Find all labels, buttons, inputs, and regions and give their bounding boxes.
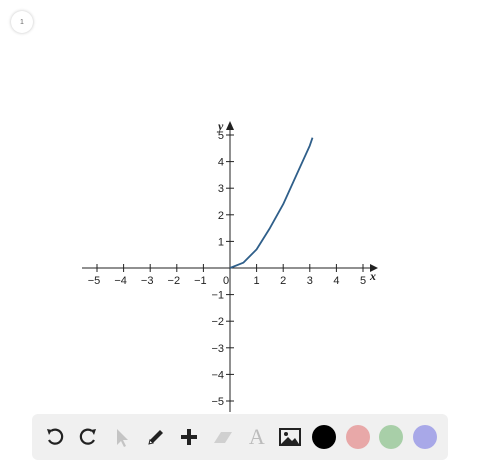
undo-button[interactable] [40,422,70,452]
plus-icon [181,429,198,445]
graph-figure: −5 −4 −3 −2 −1 0 1 2 3 4 5−5−4−3−2−112345xy [82,119,378,412]
x-tick-label: −1 [194,275,207,287]
add-button[interactable] [174,422,204,452]
image-button[interactable] [275,422,305,452]
eraser-button[interactable] [208,422,238,452]
pencil-button[interactable] [141,422,171,452]
text-button[interactable]: A [242,422,272,452]
cursor-icon [117,429,129,447]
y-axis-label: y [216,119,224,133]
x-axis-label: x [369,269,376,283]
y-tick-label: 4 [218,157,224,169]
color-blue[interactable] [410,422,440,452]
select-button[interactable] [107,422,137,452]
x-tick-label: 3 [307,275,313,287]
y-tick-label: 2 [218,210,224,222]
color-swatch-green [379,425,404,449]
x-tick-label: −4 [114,275,127,287]
y-tick-label: −2 [211,316,224,328]
y-axis-arrow [226,121,234,130]
x-tick-label: −2 [168,275,181,287]
x-tick-label: 1 [254,275,260,287]
color-swatch-red [345,425,370,449]
eraser-icon [214,432,233,443]
color-swatch-black [312,425,337,449]
redo-button[interactable] [73,422,103,452]
y-tick-label: −1 [211,290,224,302]
color-swatch-blue [413,425,438,449]
y-tick-label: −4 [211,369,224,381]
x-tick-label: 4 [333,275,339,287]
pencil-icon [148,430,163,445]
color-red[interactable] [343,422,373,452]
y-tick-label: −5 [211,396,224,408]
drawing-canvas[interactable]: −5 −4 −3 −2 −1 0 1 2 3 4 5 −5 −4 −3 −2 −1 1 2 3 4 5 x y [0,0,480,420]
y-tick-label: 3 [218,183,224,195]
data-curve [229,137,314,269]
image-icon [279,428,302,446]
x-tick-label: 0 [223,275,229,287]
text-icon: A [248,424,265,449]
color-black[interactable] [309,422,339,452]
x-tick-label: −5 [88,275,101,287]
x-tick-label: 5 [360,275,366,287]
x-tick-label: 2 [280,275,286,287]
y-tick-label: 1 [218,236,224,248]
redo-icon [80,428,97,445]
x-tick-label: −3 [141,275,154,287]
color-green[interactable] [376,422,406,452]
y-tick-label: −3 [211,343,224,355]
drawing-toolbar: A [32,414,448,460]
undo-icon [46,428,64,445]
